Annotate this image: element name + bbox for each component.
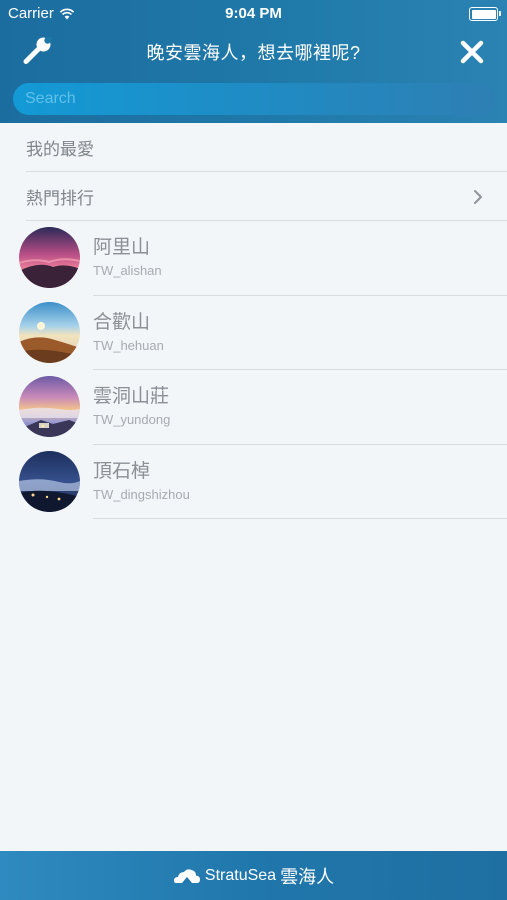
place-row-hehuan[interactable]: 合歡山 TW_hehuan	[0, 296, 507, 371]
place-name: 頂石棹	[93, 460, 151, 482]
place-code: TW_alishan	[93, 263, 162, 278]
place-name: 合歡山	[93, 311, 151, 333]
cloud-logo-icon	[173, 868, 200, 883]
battery-icon	[469, 7, 501, 21]
favorites-row[interactable]: 我的最愛	[0, 123, 507, 172]
footer-brand-name-zh: 雲海人	[280, 866, 335, 887]
search-input[interactable]	[13, 83, 495, 115]
clock: 9:04 PM	[225, 5, 282, 22]
popular-ranking-row[interactable]: 熱門排行	[0, 172, 507, 221]
navigation-bar: 晚安雲海人，想去哪裡呢?	[0, 28, 507, 76]
place-thumbnail	[19, 301, 80, 363]
place-code: TW_dingshizhou	[93, 486, 190, 502]
search-bar[interactable]	[13, 83, 495, 115]
footer-brand-name: StratuSea	[204, 866, 277, 884]
status-bar: Carrier 9:04 PM	[0, 0, 507, 28]
wrench-icon[interactable]	[22, 35, 54, 67]
destination-list: 我的最愛 熱門排行 阿里山 TW_alishan 合歡山 TW_hehuan 雲…	[0, 123, 507, 519]
footer-brand-bar: StratuSea 雲海人	[0, 851, 507, 900]
close-icon[interactable]	[459, 39, 485, 65]
place-name: 阿里山	[93, 237, 151, 258]
popular-ranking-label: 熱門排行	[26, 189, 94, 208]
place-row-dingshizhou[interactable]: 頂石棹 TW_dingshizhou	[0, 445, 507, 520]
place-code: TW_yundong	[93, 412, 171, 427]
top-bar: Carrier 9:04 PM 晚安雲海人，想去哪裡呢?	[0, 0, 507, 123]
place-thumbnail	[19, 376, 80, 437]
place-thumbnail	[19, 227, 80, 288]
place-row-yundong[interactable]: 雲洞山莊 TW_yundong	[0, 370, 507, 445]
page-title: 晚安雲海人，想去哪裡呢?	[146, 43, 361, 63]
place-name: 雲洞山莊	[93, 386, 170, 407]
place-row-alishan[interactable]: 阿里山 TW_alishan	[0, 221, 507, 296]
place-thumbnail	[19, 450, 80, 512]
place-code: TW_hehuan	[93, 337, 164, 353]
chevron-right-icon	[474, 190, 482, 204]
favorites-label: 我的最愛	[26, 140, 94, 159]
